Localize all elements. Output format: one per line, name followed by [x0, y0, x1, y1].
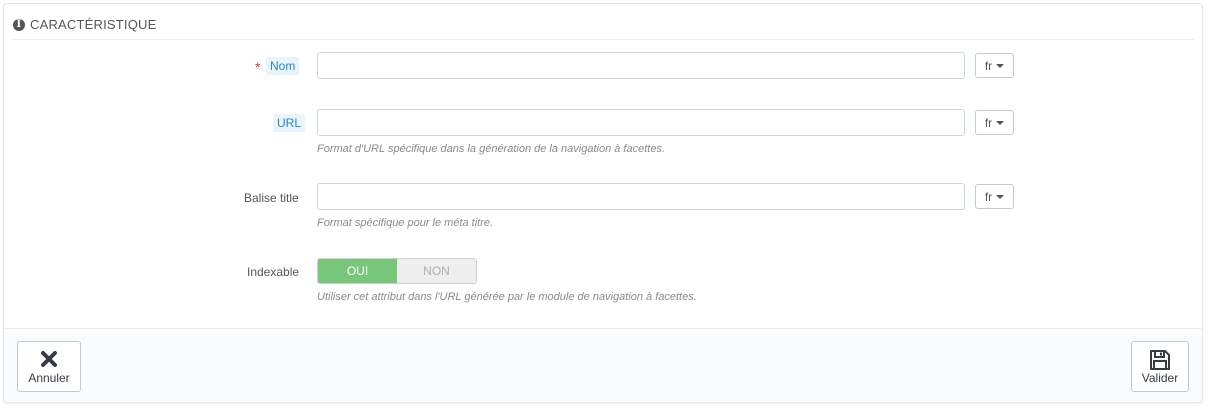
required-asterisk: * — [255, 59, 261, 75]
nom-language-label: fr — [984, 58, 993, 73]
info-icon: i — [13, 18, 25, 31]
feature-panel: i CARACTÉRISTIQUE * Nom fr URL fr Format… — [3, 3, 1203, 403]
indexable-help-text: Utiliser cet attribut dans l'URL générée… — [317, 291, 697, 303]
chevron-down-icon — [996, 120, 1005, 125]
url-language-label: fr — [984, 115, 993, 130]
url-label: URL — [273, 114, 306, 132]
save-button[interactable]: Valider — [1131, 341, 1189, 392]
panel-title: CARACTÉRISTIQUE — [30, 17, 157, 32]
chevron-down-icon — [996, 63, 1005, 68]
panel-footer: Annuler Valider — [4, 328, 1202, 402]
close-icon — [38, 348, 60, 373]
chevron-down-icon — [996, 194, 1005, 199]
panel-heading: i CARACTÉRISTIQUE — [12, 10, 1194, 40]
url-help-text: Format d'URL spécifique dans la générati… — [317, 143, 665, 155]
cancel-label: Annuler — [28, 371, 70, 385]
floppy-disk-icon — [1148, 348, 1172, 375]
indexable-toggle[interactable]: OUI NON — [317, 258, 477, 284]
cancel-button[interactable]: Annuler — [17, 341, 81, 392]
balise-title-label: Balise title — [244, 191, 299, 205]
balise-title-language-dropdown[interactable]: fr — [975, 184, 1014, 209]
nom-language-dropdown[interactable]: fr — [975, 53, 1014, 78]
balise-title-input[interactable] — [317, 183, 965, 210]
url-input[interactable] — [317, 109, 965, 136]
indexable-no-option[interactable]: NON — [397, 259, 476, 283]
nom-input[interactable] — [317, 52, 965, 79]
indexable-yes-option[interactable]: OUI — [318, 259, 397, 283]
nom-label: Nom — [266, 57, 300, 75]
indexable-label: Indexable — [247, 265, 300, 279]
balise-title-language-label: fr — [984, 189, 993, 204]
balise-title-help-text: Format spécifique pour le méta titre. — [317, 217, 494, 229]
url-language-dropdown[interactable]: fr — [975, 110, 1014, 135]
